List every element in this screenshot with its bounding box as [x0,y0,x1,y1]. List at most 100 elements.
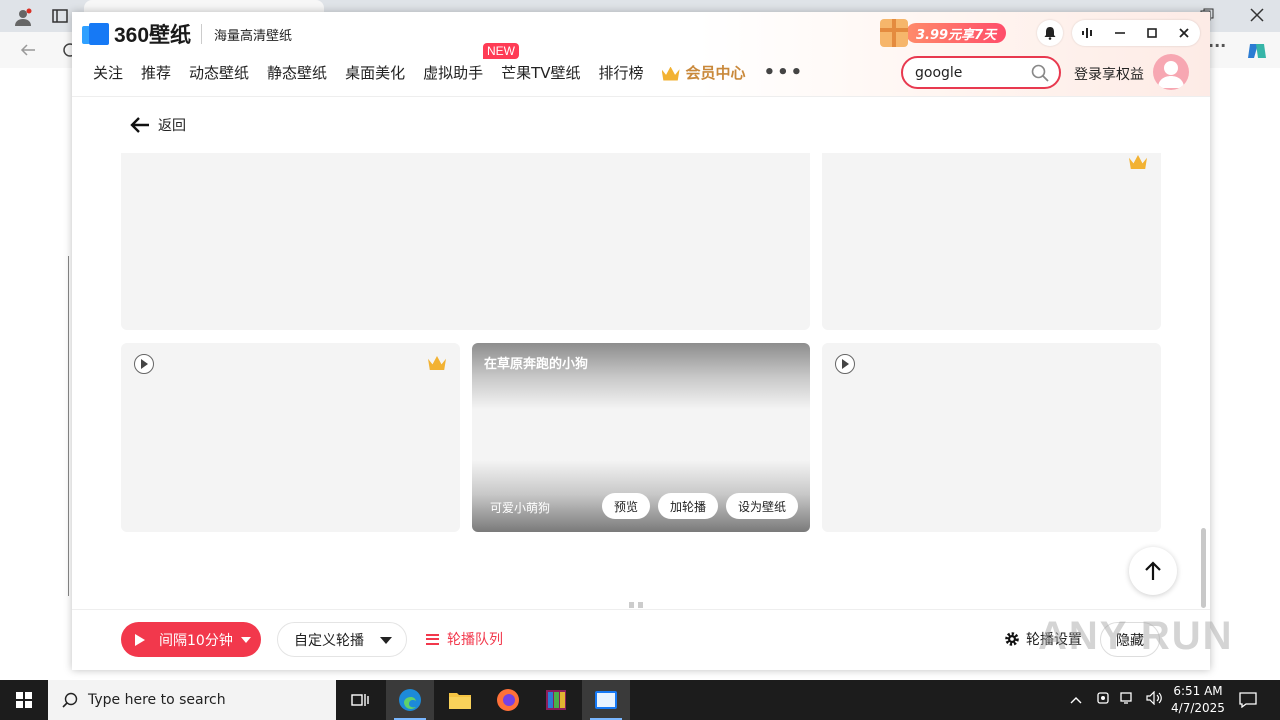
crown-icon [661,66,680,81]
logo-mark-icon [82,23,110,45]
queue-label: 轮播队列 [447,632,503,648]
nav-item-dynamic[interactable]: 动态壁纸 [189,62,249,83]
close-app-button[interactable] [1170,21,1198,45]
network-icon[interactable] [1120,691,1136,709]
taskbar-360-wallpaper[interactable] [582,680,630,720]
search-icon [62,692,78,708]
play-icon[interactable] [835,354,855,374]
close-icon [1179,28,1189,38]
vip-promo-banner[interactable]: 3.99元享7天 [880,18,1024,48]
taskbar-file-explorer[interactable] [436,680,484,720]
main-nav: 关注 推荐 动态壁纸 静态壁纸 桌面美化 虚拟助手 芒果TV壁纸 排行榜 会员中… [93,62,822,83]
firefox-icon [497,689,519,711]
waveform-icon [1082,28,1092,38]
logo-text: 360壁纸 [114,24,192,47]
play-icon[interactable] [134,354,154,374]
add-carousel-button[interactable]: 加轮播 [658,493,719,519]
back-to-top-button[interactable] [1129,547,1177,595]
interval-label: 间隔10分钟 [159,632,233,649]
taskbar-clock[interactable]: 6:51 AM 4/7/2025 [1160,683,1236,717]
start-button[interactable] [0,680,48,720]
notification-button[interactable] [1037,20,1063,46]
back-button[interactable]: 返回 [130,115,186,135]
wallpaper-app-icon [595,691,617,709]
taskbar: Type here to search 6:51 AM 4/7/2025 [0,680,1280,720]
watermark-logo: ANY RUN [1038,614,1234,658]
task-view-button[interactable] [336,680,384,720]
taskbar-search[interactable]: Type here to search [48,680,336,720]
wallpaper-card-hovered[interactable]: 在草原奔跑的小狗 可爱小萌狗 预览 加轮播 设为壁纸 [472,343,810,532]
search-input[interactable]: google [915,65,1027,81]
wallpaper-card[interactable] [822,153,1161,330]
chevron-up-icon[interactable] [1070,692,1082,708]
custom-carousel-label: 自定义轮播 [294,632,364,649]
set-wallpaper-button[interactable]: 设为壁纸 [726,493,799,519]
play-icon [135,633,145,646]
folder-icon [449,693,471,709]
tab-actions-icon[interactable] [52,8,68,27]
minimize-button[interactable] [1106,21,1134,45]
gift-icon [880,19,908,47]
back-arrow-icon[interactable] [20,42,36,61]
nav-item-static[interactable]: 静态壁纸 [267,62,327,83]
custom-carousel-select[interactable]: 自定义轮播 [277,622,407,657]
system-tray [1070,680,1164,720]
search-placeholder: Type here to search [88,692,226,708]
app-logo[interactable]: 360壁纸 海量高清壁纸 [82,22,293,47]
bell-icon [1044,27,1056,40]
maximize-button[interactable] [1138,21,1166,45]
avatar[interactable] [1153,54,1189,90]
vip-crown-icon [428,356,446,370]
arrow-left-icon [130,117,149,133]
maximize-icon [1147,28,1157,38]
wallpaper-title: 在草原奔跑的小狗 [484,357,589,372]
chevron-down-icon [380,637,392,644]
notification-center-button[interactable] [1228,680,1268,720]
scrollbar[interactable] [1201,528,1206,608]
edge-icon [399,689,421,711]
meet-now-icon[interactable] [1096,691,1110,709]
nav-item-follow[interactable]: 关注 [93,62,123,83]
nav-item-mangotv[interactable]: 芒果TV壁纸 [501,62,580,83]
interval-button[interactable]: 间隔10分钟 [121,622,261,657]
taskbar-edge[interactable] [386,680,434,720]
clock-date: 4/7/2025 [1171,701,1225,715]
nav-item-recommend[interactable]: 推荐 [141,62,171,83]
wallpaper-subtitle: 可爱小萌狗 [490,501,551,515]
winrar-icon [546,690,566,710]
wallpaper-app-window: 360壁纸 海量高清壁纸 3.99元享7天 关注 推荐 动态壁纸 静态壁纸 桌面… [72,12,1210,670]
taskbar-firefox[interactable] [484,680,532,720]
resize-grip[interactable] [629,602,643,608]
task-view-icon [351,694,369,706]
vip-crown-icon [1129,155,1147,169]
more-icon[interactable]: ••• [764,62,805,83]
nav-item-ranking[interactable]: 排行榜 [599,62,644,83]
nav-item-vip[interactable]: 会员中心 [661,62,746,83]
user-icon [1158,61,1184,88]
vip-label: 会员中心 [685,64,746,82]
window-controls [1072,20,1200,46]
chevron-down-icon [240,636,251,643]
login-link[interactable]: 登录享权益 [1074,64,1144,84]
preview-button[interactable]: 预览 [602,493,651,519]
copilot-icon[interactable] [1246,40,1268,65]
mini-mode-button[interactable] [1074,21,1102,45]
close-icon[interactable] [1250,8,1264,25]
more-menu-icon[interactable]: ··· [1208,38,1226,54]
app-slogan: 海量高清壁纸 [214,28,293,44]
nav-item-desktop[interactable]: 桌面美化 [345,62,405,83]
logo-divider [201,24,203,44]
new-badge: NEW [483,43,519,59]
search-box[interactable]: google [901,56,1061,89]
wallpaper-card[interactable] [822,343,1161,532]
profile-icon[interactable] [14,8,32,29]
taskbar-winrar[interactable] [532,680,580,720]
back-label: 返回 [158,118,186,134]
list-icon [426,633,439,645]
carousel-queue-button[interactable]: 轮播队列 [426,629,503,649]
wallpaper-card[interactable] [121,343,460,532]
search-icon[interactable] [1027,60,1053,86]
clock-time: 6:51 AM [1173,684,1223,698]
nav-item-assistant[interactable]: 虚拟助手 [423,62,483,83]
wallpaper-card[interactable] [121,153,810,330]
